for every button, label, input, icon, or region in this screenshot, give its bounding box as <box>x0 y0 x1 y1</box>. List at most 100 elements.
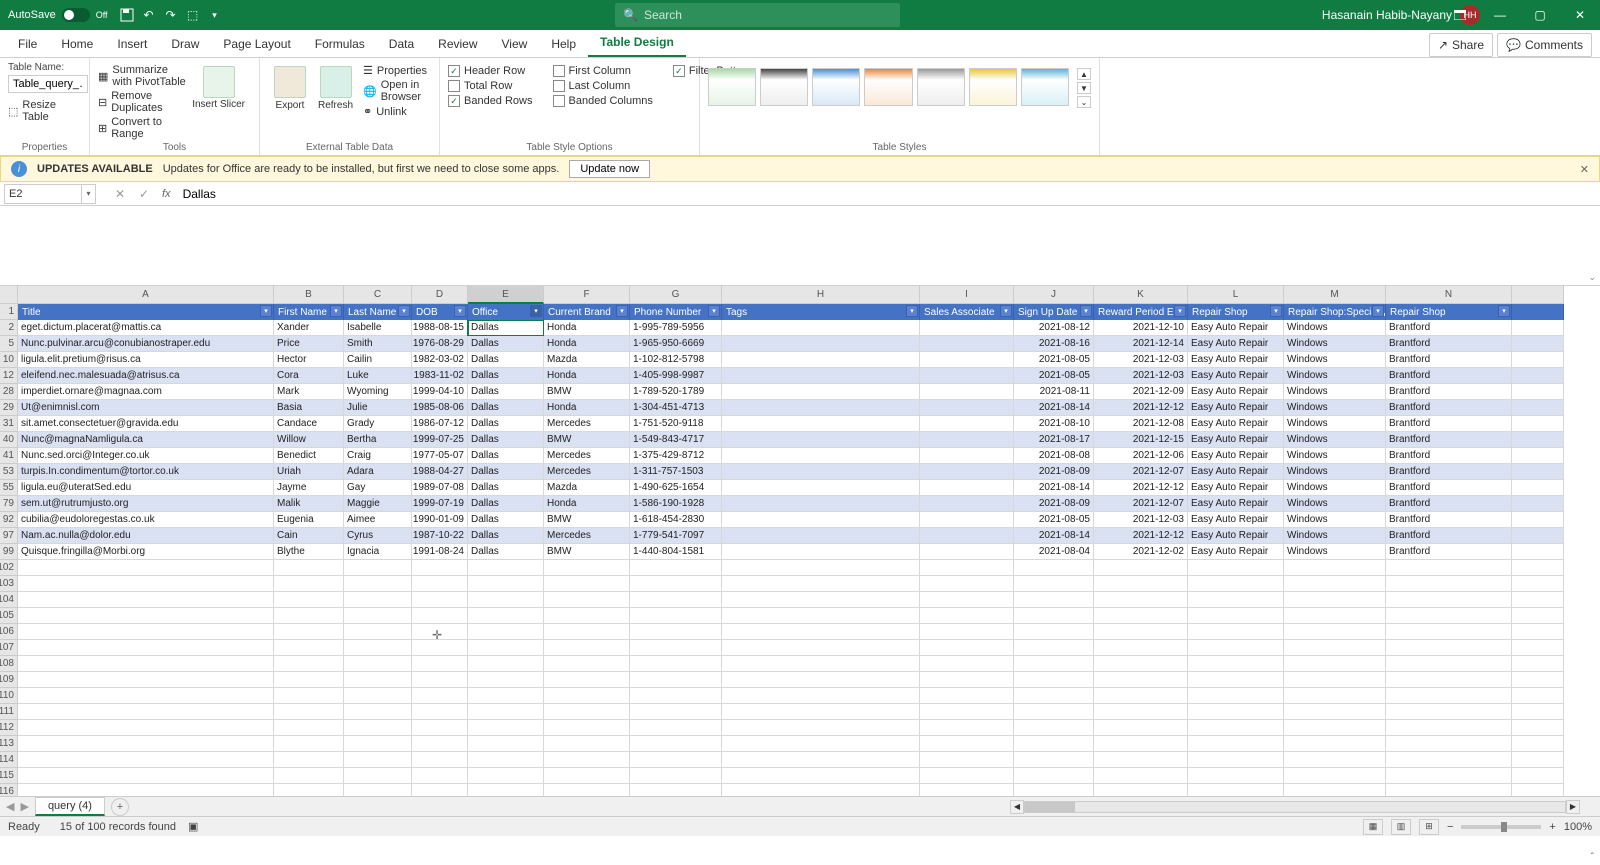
cell[interactable]: 2021-08-14 <box>1014 528 1094 544</box>
cell[interactable]: 2021-08-05 <box>1014 352 1094 368</box>
cell[interactable]: Windows <box>1284 416 1386 432</box>
cell[interactable] <box>1014 688 1094 704</box>
cell[interactable]: Windows <box>1284 512 1386 528</box>
toggle-switch[interactable] <box>62 8 90 22</box>
cell[interactable]: Blythe <box>274 544 344 560</box>
filter-dropdown-icon[interactable]: ▾ <box>906 305 918 317</box>
cell[interactable]: 1977-05-07 <box>412 448 468 464</box>
col-header[interactable]: D <box>412 286 468 304</box>
cell[interactable] <box>468 640 544 656</box>
row-header[interactable]: 102 <box>0 560 18 576</box>
filter-dropdown-icon[interactable]: ▾ <box>1080 305 1092 317</box>
cell[interactable] <box>18 752 274 768</box>
zoom-thumb[interactable] <box>1501 822 1507 832</box>
cell[interactable]: 2021-08-17 <box>1014 432 1094 448</box>
cell[interactable]: Dallas <box>468 544 544 560</box>
scroll-left-icon[interactable]: ◀ <box>1010 800 1024 814</box>
cell[interactable] <box>1188 752 1284 768</box>
cell[interactable]: BMW <box>544 384 630 400</box>
unlink-button[interactable]: ⚭Unlink <box>363 105 431 118</box>
cell[interactable] <box>1284 608 1386 624</box>
cell[interactable] <box>1512 688 1564 704</box>
cell[interactable]: eleifend.nec.malesuada@atrisus.ca <box>18 368 274 384</box>
row-header[interactable]: 110 <box>0 688 18 704</box>
cell[interactable]: Willow <box>274 432 344 448</box>
cell[interactable] <box>920 672 1014 688</box>
row-header[interactable]: 40 <box>0 432 18 448</box>
cell[interactable] <box>344 576 412 592</box>
cell[interactable] <box>1512 624 1564 640</box>
cell[interactable]: Nam.ac.nulla@dolor.edu <box>18 528 274 544</box>
cell[interactable]: 2021-08-08 <box>1014 448 1094 464</box>
cell[interactable]: 2021-08-04 <box>1014 544 1094 560</box>
table-name-input[interactable] <box>8 75 88 93</box>
cell[interactable] <box>630 624 722 640</box>
cell[interactable]: BMW <box>544 432 630 448</box>
cell[interactable]: Easy Auto Repair <box>1188 496 1284 512</box>
cell[interactable] <box>920 416 1014 432</box>
cell[interactable] <box>468 656 544 672</box>
cell[interactable] <box>344 608 412 624</box>
cell[interactable] <box>920 784 1014 796</box>
last-col-check[interactable]: Last Column <box>553 80 653 92</box>
cell[interactable]: 1988-04-27 <box>412 464 468 480</box>
cell[interactable] <box>412 656 468 672</box>
cell[interactable] <box>920 656 1014 672</box>
minimize-icon[interactable]: ― <box>1480 0 1520 30</box>
cell[interactable] <box>274 704 344 720</box>
cell[interactable] <box>1284 688 1386 704</box>
cell[interactable]: 2021-08-10 <box>1014 416 1094 432</box>
cell[interactable]: imperdiet.ornare@magnaa.com <box>18 384 274 400</box>
cell[interactable] <box>344 592 412 608</box>
cell[interactable] <box>344 704 412 720</box>
cell[interactable] <box>468 592 544 608</box>
cell[interactable] <box>1094 784 1188 796</box>
search-box[interactable]: 🔍 <box>615 3 900 27</box>
cell[interactable] <box>630 736 722 752</box>
table-header[interactable]: Office▾ <box>468 304 544 320</box>
filter-dropdown-icon[interactable]: ▾ <box>616 305 628 317</box>
cell[interactable] <box>468 704 544 720</box>
cell[interactable] <box>722 624 920 640</box>
cell[interactable] <box>544 736 630 752</box>
cell[interactable]: Brantford <box>1386 448 1512 464</box>
cell[interactable] <box>630 752 722 768</box>
cell[interactable] <box>1188 592 1284 608</box>
cell[interactable]: Windows <box>1284 528 1386 544</box>
cell[interactable] <box>1188 624 1284 640</box>
cell[interactable]: 1987-10-22 <box>412 528 468 544</box>
cell[interactable] <box>274 736 344 752</box>
name-box-dropdown-icon[interactable]: ▾ <box>82 184 96 204</box>
cell[interactable] <box>1188 704 1284 720</box>
cell[interactable] <box>920 640 1014 656</box>
cell[interactable]: Nunc.sed.orci@Integer.co.uk <box>18 448 274 464</box>
cell[interactable] <box>468 768 544 784</box>
update-now-button[interactable]: Update now <box>569 160 650 178</box>
table-header[interactable]: Repair Shop:Specialty▾ <box>1284 304 1386 320</box>
cell[interactable] <box>1188 656 1284 672</box>
cell[interactable] <box>544 640 630 656</box>
cell[interactable] <box>920 736 1014 752</box>
col-header[interactable]: H <box>722 286 920 304</box>
cell[interactable] <box>1512 384 1564 400</box>
cell[interactable]: Dallas <box>468 464 544 480</box>
cell[interactable]: Dallas <box>468 496 544 512</box>
col-header[interactable]: M <box>1284 286 1386 304</box>
cell[interactable]: 1999-07-19 <box>412 496 468 512</box>
cell[interactable]: Hector <box>274 352 344 368</box>
page-layout-view-icon[interactable]: ▥ <box>1391 819 1411 835</box>
resize-table-button[interactable]: ⬚Resize Table <box>8 99 81 123</box>
cell[interactable]: Easy Auto Repair <box>1188 448 1284 464</box>
sheet-nav-next-icon[interactable]: ▶ <box>20 800 28 813</box>
cell[interactable]: Dallas <box>468 352 544 368</box>
cell[interactable] <box>1512 416 1564 432</box>
cell[interactable] <box>412 704 468 720</box>
filter-dropdown-icon[interactable]: ▾ <box>1270 305 1282 317</box>
cell[interactable] <box>544 704 630 720</box>
cell[interactable] <box>1512 464 1564 480</box>
row-header[interactable]: 115 <box>0 768 18 784</box>
cell[interactable]: Honda <box>544 336 630 352</box>
cell[interactable] <box>18 704 274 720</box>
cell[interactable] <box>544 672 630 688</box>
cell[interactable] <box>1512 704 1564 720</box>
